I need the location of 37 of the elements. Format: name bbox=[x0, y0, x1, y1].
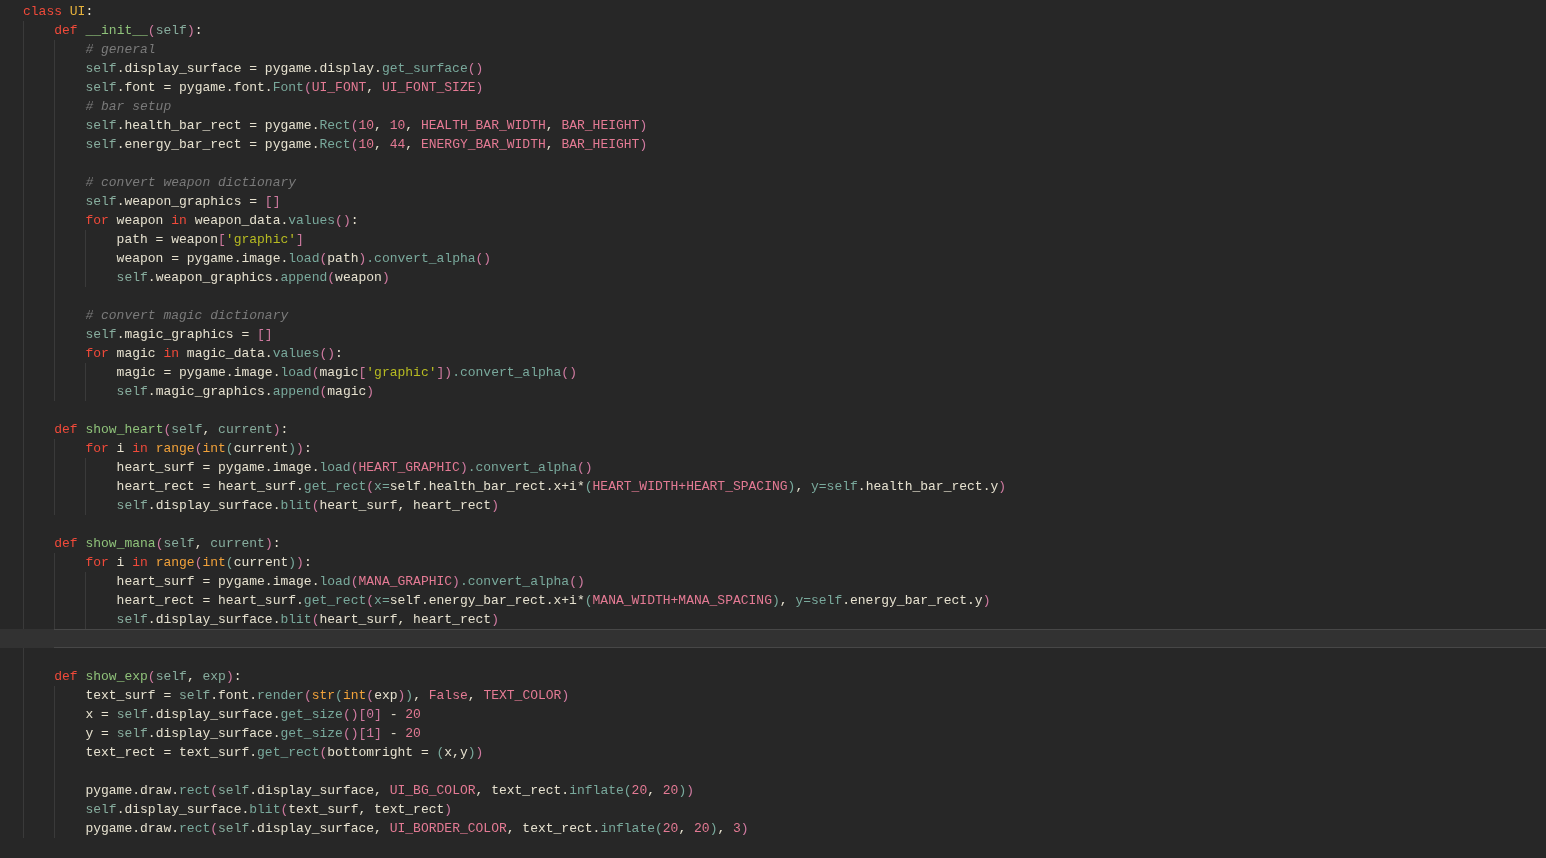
code-line: self.font = pygame.font.Font(UI_FONT, UI_FONT_SIZE) bbox=[85, 79, 484, 97]
code-line: # general bbox=[85, 41, 156, 59]
code-line: self.display_surface.blit(heart_surf, heart_rect) bbox=[116, 497, 499, 515]
code-line: magic = pygame.image.load(magic['graphic']).convert_alpha() bbox=[116, 364, 577, 382]
code-line: def show_exp(self, exp): bbox=[54, 668, 242, 686]
code-line: pygame.draw.rect(self.display_surface, UI_BG_COLOR, text_rect.inflate(20, 20)) bbox=[85, 782, 695, 800]
code-line: self.display_surface.blit(heart_surf, heart_rect) bbox=[116, 611, 499, 629]
code-line: text_rect = text_surf.get_rect(bottomright = (x,y)) bbox=[85, 744, 484, 762]
code-line: for i in range(int(current)): bbox=[85, 440, 312, 458]
code-line: path = weapon['graphic'] bbox=[116, 231, 304, 249]
code-line: # convert weapon dictionary bbox=[85, 174, 297, 192]
code-line: text_surf = self.font.render(str(int(exp)), False, TEXT_COLOR) bbox=[85, 687, 570, 705]
code-line: # convert magic dictionary bbox=[85, 307, 289, 325]
code-line: self.magic_graphics = [] bbox=[85, 326, 273, 344]
code-line: self.magic_graphics.append(magic) bbox=[116, 383, 375, 401]
code-line: heart_surf = pygame.image.load(MANA_GRAPHIC).convert_alpha() bbox=[116, 573, 585, 591]
code-line: for i in range(int(current)): bbox=[85, 554, 312, 572]
code-line: def show_heart(self, current): bbox=[54, 421, 289, 439]
code-line: # bar setup bbox=[85, 98, 172, 116]
code-line: self.health_bar_rect = pygame.Rect(10, 10, HEALTH_BAR_WIDTH, BAR_HEIGHT) bbox=[85, 117, 648, 135]
code-line: self.display_surface = pygame.display.get_surface() bbox=[85, 60, 484, 78]
code-line: self.weapon_graphics.append(weapon) bbox=[116, 269, 390, 287]
code-line: weapon = pygame.image.load(path).convert_alpha() bbox=[116, 250, 492, 268]
code-line: class UI: bbox=[23, 3, 94, 21]
code-line: for magic in magic_data.values(): bbox=[85, 345, 343, 363]
code-line: heart_rect = heart_surf.get_rect(x=self.energy_bar_rect.x+i*(MANA_WIDTH+MANA_SPACING), y=self.energy_bar_rect.y) bbox=[116, 592, 991, 610]
code-line: y = self.display_surface.get_size()[1] - 20 bbox=[85, 725, 421, 743]
code-line: heart_surf = pygame.image.load(HEART_GRAPHIC).convert_alpha() bbox=[116, 459, 593, 477]
code-line: x = self.display_surface.get_size()[0] - 20 bbox=[85, 706, 421, 724]
code-line: heart_rect = heart_surf.get_rect(x=self.health_bar_rect.x+i*(HEART_WIDTH+HEART_SPACING), y=self.health_bar_rect.y) bbox=[116, 478, 1007, 496]
code-line: pygame.draw.rect(self.display_surface, UI_BORDER_COLOR, text_rect.inflate(20, 20), 3) bbox=[85, 820, 749, 838]
code-line: self.display_surface.blit(text_surf, text_rect) bbox=[85, 801, 453, 819]
code-line: self.energy_bar_rect = pygame.Rect(10, 44, ENERGY_BAR_WIDTH, BAR_HEIGHT) bbox=[85, 136, 648, 154]
code-line: for weapon in weapon_data.values(): bbox=[85, 212, 359, 230]
code-line: def show_mana(self, current): bbox=[54, 535, 281, 553]
code-line: def __init__(self): bbox=[54, 22, 203, 40]
code-line: self.weapon_graphics = [] bbox=[85, 193, 281, 211]
